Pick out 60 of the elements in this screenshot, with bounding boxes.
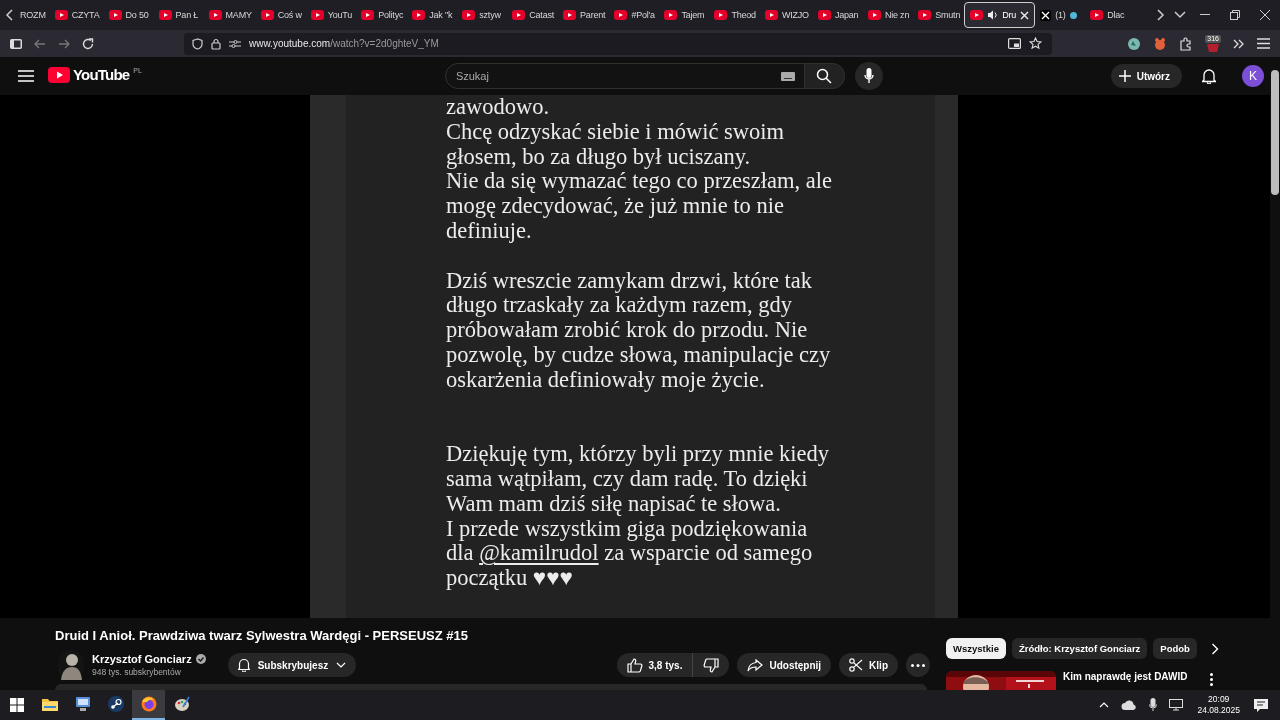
browser-tab[interactable]: Jak "k: [407, 2, 458, 28]
post-text-line: początku ♥♥♥: [446, 566, 574, 591]
browser-tab[interactable]: ROZM: [20, 2, 50, 28]
browser-tab[interactable]: Nie zn: [862, 2, 914, 28]
video-title[interactable]: Kim naprawdę jest DAWID: [1063, 671, 1188, 682]
browser-tab[interactable]: Catast: [507, 2, 559, 28]
date-text[interactable]: 24.08.2025: [1197, 705, 1240, 716]
post-text-line: zawodowo.: [446, 95, 551, 120]
browser-tab[interactable]: Parent: [558, 2, 610, 28]
like-button[interactable]: 3,8 tys.: [616, 653, 694, 677]
browser-tab[interactable]: MAMY: [203, 2, 256, 28]
post-text-line: I przede wszystkim giga podziękowania: [446, 516, 809, 542]
browser-tab[interactable]: CZYTA: [49, 2, 104, 28]
post-text-line: długo trzaskały za każdym razem, gdy: [446, 293, 794, 319]
browser-tab[interactable]: Dru: [964, 2, 1036, 28]
post-text-line: próbowałam zrobić krok do przodu. Nie: [446, 318, 809, 343]
browser-tab[interactable]: Dlac: [1085, 2, 1136, 28]
post-text-line: Dziękuję tym, którzy byli przy mnie kiedy: [446, 442, 831, 467]
video-title: Druid I Anioł. Prawdziwa twarz Sylwestra Wardęgi - PERSEUSZ #15: [55, 628, 469, 643]
share-button[interactable]: Udostępnij: [737, 653, 832, 677]
time-text[interactable]: 20:09: [1208, 694, 1230, 705]
post-text-line: pozwolę, by cudze słowa, manipulacje czy: [446, 342, 832, 368]
post-text-line: definiuje.: [446, 219, 533, 244]
logo-text[interactable]: YouTube: [73, 67, 130, 83]
browser-tab[interactable]: (1): [1035, 2, 1086, 28]
search-field[interactable]: Szukaj: [444, 63, 805, 89]
clip-button[interactable]: Klip: [839, 653, 898, 677]
post-text-line: Chcę odzyskać siebie i mówić swoim: [446, 119, 786, 145]
browser-tab[interactable]: Japan: [812, 2, 863, 28]
post-text: za wsparcie od samego: [604, 540, 813, 566]
filter-chip[interactable]: Wszystkie: [946, 638, 1006, 659]
channel-name[interactable]: Krzysztof Gonciarz: [92, 653, 192, 665]
browser-tab[interactable]: Theod: [709, 2, 760, 28]
browser-tab[interactable]: #Pol'a: [609, 2, 660, 28]
browser-tab[interactable]: WIZJO: [759, 2, 813, 28]
post-text: dla: [446, 540, 474, 566]
post-text-line: sama wątpiłam, czy dam radę. To dzięki: [446, 466, 808, 492]
browser-tab[interactable]: Smutn: [913, 2, 965, 28]
address-bar[interactable]: www.youtube.com/watch?v=2d0ghteV_YM: [184, 32, 1052, 55]
browser-tab[interactable]: Tajem: [659, 2, 710, 28]
post-text-line: Wam mam dziś siłę napisać te słowa.: [446, 491, 781, 517]
post-text-line: głosem, bo za długo był uciszany.: [446, 144, 752, 170]
post-text-line: Nie da się wymazać tego co przeszłam, ale: [446, 169, 834, 195]
create-button[interactable]: Utwórz: [1110, 64, 1182, 88]
browser-tab[interactable]: sztyw: [457, 2, 508, 28]
browser-tab[interactable]: YouTu: [305, 2, 357, 28]
browser-tab[interactable]: Do 50: [103, 2, 154, 28]
subscribe-button[interactable]: Subskrybujesz: [227, 653, 357, 677]
post-text-line: Dziś wreszcie zamykam drzwi, które tak: [446, 268, 814, 294]
subscriber-count: 948 tys. subskrybentów: [92, 667, 182, 677]
account-avatar[interactable]: K: [1242, 65, 1264, 87]
browser-tab[interactable]: Polityc: [356, 2, 408, 28]
browser-tab[interactable]: Pan Ł: [153, 2, 204, 28]
browser-tab[interactable]: Coś w: [255, 2, 306, 28]
post-text-line: mogę zdecydować, że już mnie to nie: [446, 194, 785, 219]
filter-chip[interactable]: Źródło: Krzysztof Gonciarz: [1011, 638, 1148, 659]
filter-chip[interactable]: Podob: [1153, 638, 1197, 659]
url-text: www.youtube.com/watch?v=2d0ghteV_YM: [249, 38, 439, 49]
mention-link[interactable]: @kamilrudol: [479, 540, 599, 566]
post-text-line: oskarżenia definiowały moje życie.: [446, 367, 765, 393]
